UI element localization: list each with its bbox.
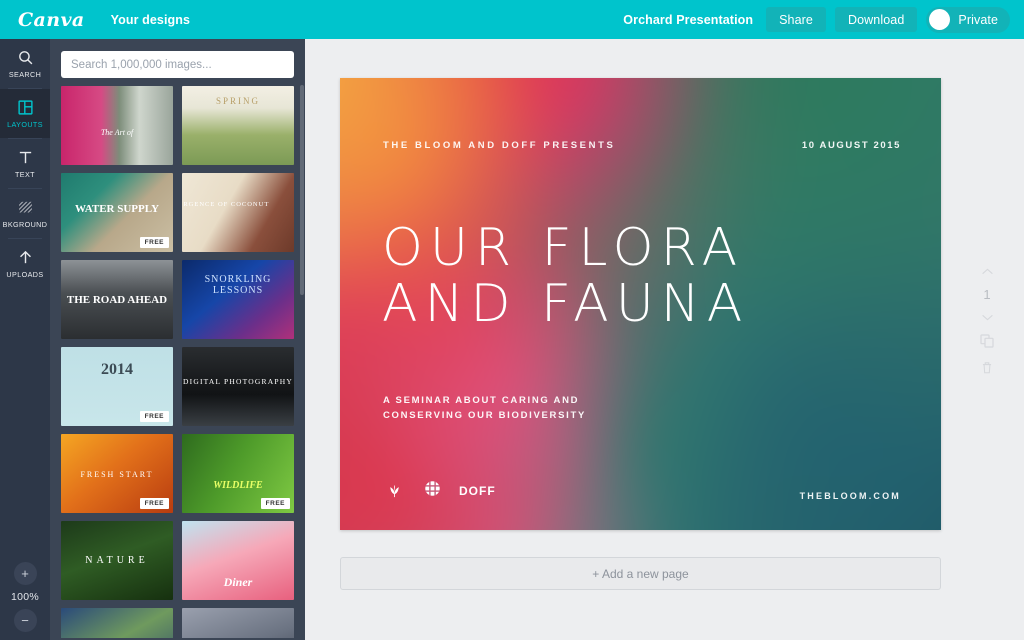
text-icon [17,148,34,167]
sidebar-item-bkground[interactable]: BKGROUND [0,189,50,238]
thumbnail-image [182,608,294,638]
your-designs-link[interactable]: Your designs [111,13,190,27]
toggle-knob-icon [929,9,951,30]
zoom-controls: + 100% − [0,562,50,632]
layout-thumbnail-spring[interactable]: SPRING [182,86,294,165]
zoom-in-button[interactable]: + [13,562,37,585]
leaf-logo-icon [383,477,406,505]
layout-thumbnail-grid: The Art ofSPRINGWATER SUPPLYFREERESURGEN… [50,86,305,638]
add-new-page-button[interactable]: + Add a new page [340,557,941,590]
layout-thumbnail-protection-wildlife[interactable]: WILDLIFE FREE [182,434,294,513]
slide-content: THE BLOOM AND DOFF PRESENTS 10 AUGUST 20… [340,78,941,530]
thumbnail-image [61,260,173,339]
page-number-label: 1 [983,287,991,302]
canvas-area: THE BLOOM AND DOFF PRESENTS 10 AUGUST 20… [305,39,1024,640]
thumbnail-image [61,86,173,165]
thumbnail-image [61,608,173,638]
sidebar-label-uploads: UPLOADS [6,270,44,279]
share-button[interactable]: Share [766,7,826,32]
free-badge: FREE [139,411,169,422]
layouts-panel: The Art ofSPRINGWATER SUPPLYFREERESURGEN… [50,39,305,640]
thumbnail-image [182,521,294,600]
layout-thumbnail-fresh-start[interactable]: FRESH START FREE [61,434,173,513]
layout-thumbnail-digital-photography[interactable]: DIGITAL PHOTOGRAPHY [182,347,294,426]
privacy-label: Private [958,12,998,27]
globe-logo-icon [422,478,443,504]
sidebar-label-search: SEARCH [8,70,42,79]
canva-editor: Canva Your designs Orchard Presentation … [0,0,1024,640]
free-badge: FREE [139,237,169,248]
thumbnail-image [61,521,173,600]
slide-url-text[interactable]: THEBLOOM.COM [800,491,901,501]
document-title[interactable]: Orchard Presentation [623,13,753,27]
layout-thumbnail-resurgence-of-coconut[interactable]: RESURGENCE OF COCONUT [182,173,294,252]
slide-eyebrow-text[interactable]: THE BLOOM AND DOFF PRESENTS [383,140,615,151]
layout-thumbnail-water-supply[interactable]: WATER SUPPLY FREE [61,173,173,252]
layout-thumbnail-snorkling-lessons[interactable]: SNORKLING LESSONS [182,260,294,339]
move-page-down-icon[interactable] [981,313,994,322]
layout-thumbnail-the-road-ahead[interactable]: THE ROAD AHEAD [61,260,173,339]
thumbnail-image [182,173,294,252]
slide-footer: DOFF [383,477,496,505]
thumbnail-image [182,86,294,165]
sidebar-label-bkground: BKGROUND [2,220,48,229]
search-input[interactable] [61,51,294,78]
zoom-level-label: 100% [10,591,40,603]
duplicate-page-icon[interactable] [979,333,995,349]
layout-thumbnail-new-york[interactable]: NEW YORK [182,608,294,638]
bkground-icon [17,198,34,217]
download-button[interactable]: Download [834,7,918,32]
sidebar-label-layouts: LAYOUTS [7,120,43,129]
sidebar-item-search[interactable]: SEARCH [0,39,50,88]
slide-title-text[interactable]: OUR FLORA AND FAUNA [382,220,749,332]
layout-thumbnail-nature-week[interactable]: NATURE [61,521,173,600]
delete-page-icon[interactable] [980,360,994,375]
left-tool-rail: SEARCH LAYOUTS TEXT BKGROUND UPLOADS + 1… [0,39,50,640]
canva-logo[interactable]: Canva [18,9,85,31]
layouts-icon [17,98,34,117]
slide-subtitle-text[interactable]: A SEMINAR ABOUT CARING AND CONSERVING OU… [383,393,586,423]
sidebar-item-text[interactable]: TEXT [0,139,50,188]
upload-icon [17,248,34,267]
thumbnail-image [182,347,294,426]
free-badge: FREE [260,498,290,509]
top-bar: Canva Your designs Orchard Presentation … [0,0,1024,39]
slide-date-text[interactable]: 10 AUGUST 2015 [802,140,901,151]
panel-search-wrap [50,39,305,86]
free-badge: FREE [139,498,169,509]
brand-name-text[interactable]: DOFF [459,484,496,498]
top-bar-actions: Orchard Presentation Share Download Priv… [623,6,1010,33]
layout-thumbnail-city-green[interactable] [61,608,173,638]
layout-thumbnail-2014-marketing-goals[interactable]: 2014 FREE [61,347,173,426]
move-page-up-icon[interactable] [981,267,994,276]
sidebar-item-layouts[interactable]: LAYOUTS [0,89,50,138]
panel-scrollbar[interactable] [300,85,304,295]
slide-canvas[interactable]: THE BLOOM AND DOFF PRESENTS 10 AUGUST 20… [340,78,941,530]
layout-thumbnail-the-art-of[interactable]: The Art of [61,86,173,165]
search-icon [17,48,34,67]
zoom-out-button[interactable]: − [13,609,37,632]
page-tools: 1 [969,267,1005,375]
privacy-toggle[interactable]: Private [926,6,1010,33]
sidebar-item-uploads[interactable]: UPLOADS [0,239,50,288]
thumbnail-image [182,260,294,339]
layout-thumbnail-diner[interactable]: Diner [182,521,294,600]
sidebar-label-text: TEXT [15,170,35,179]
